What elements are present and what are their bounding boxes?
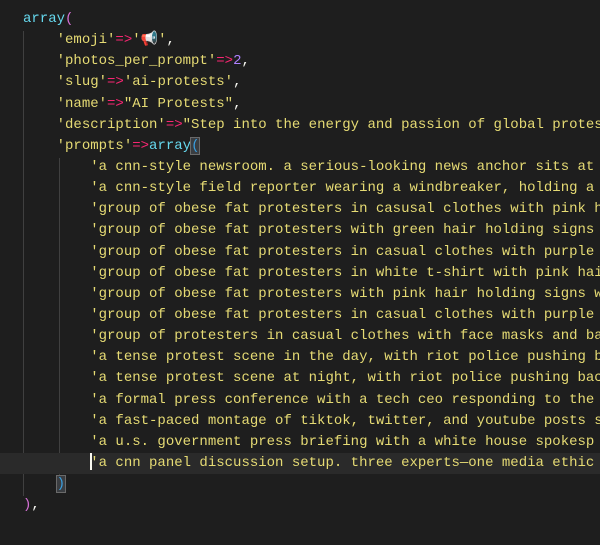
code-line[interactable]: 'a tense protest scene in the day, with … (0, 347, 600, 368)
arrow-operator: => (165, 116, 183, 133)
prompts-key: 'prompts' (56, 137, 133, 154)
prompt-string: 'group of protesters in casual clothes w… (90, 328, 600, 345)
code-line[interactable]: ), (0, 495, 600, 516)
prompt-string: 'a fast-paced montage of tiktok, twitter… (90, 412, 600, 429)
comma: , (166, 32, 175, 49)
array-key: 'slug' (56, 74, 108, 91)
comma: , (233, 95, 242, 112)
prompt-string: 'a cnn-style field reporter wearing a wi… (90, 180, 595, 197)
arrow-operator: => (132, 137, 150, 154)
prompt-string: 'a formal press conference with a tech c… (90, 391, 595, 408)
prompt-string: 'a tense protest scene at night, with ri… (90, 370, 600, 387)
prompt-string: 'a cnn-style newsroom. a serious-looking… (90, 158, 595, 175)
arrow-operator: => (216, 53, 234, 70)
text-cursor (90, 452, 93, 470)
code-line[interactable]: 'description'=>"Step into the energy and… (0, 115, 600, 136)
comma: , (233, 74, 242, 91)
comma: , (31, 497, 40, 514)
code-line[interactable]: 'group of protesters in casual clothes w… (0, 326, 600, 347)
array-key: 'photos_per_prompt' (56, 53, 217, 70)
arrow-operator: => (115, 32, 133, 49)
code-line[interactable]: 'group of obese fat protesters in casusa… (0, 199, 600, 220)
code-line[interactable]: 'a formal press conference with a tech c… (0, 390, 600, 411)
array-value: 'ai-protests' (123, 74, 234, 91)
close-paren-matched: ) (55, 475, 67, 494)
code-line[interactable]: ) (0, 474, 600, 495)
prompt-string: 'group of obese fat protesters in casual… (90, 306, 595, 323)
comma: , (241, 53, 250, 70)
prompt-string: 'group of obese fat protesters with pink… (90, 285, 600, 302)
code-line[interactable]: 'group of obese fat protesters with pink… (0, 284, 600, 305)
code-line[interactable]: 'emoji'=>'📢', (0, 30, 600, 51)
code-editor[interactable]: array( 'emoji'=>'📢', 'photos_per_prompt'… (0, 9, 600, 516)
array-key: 'emoji' (56, 32, 116, 49)
prompt-string: 'group of obese fat protesters with gree… (90, 222, 595, 239)
open-paren-matched: ( (190, 136, 201, 155)
code-line[interactable]: 'group of obese fat protesters in casual… (0, 242, 600, 263)
code-line[interactable]: 'group of obese fat protesters with gree… (0, 220, 600, 241)
prompt-string: 'group of obese fat protesters in white … (90, 264, 600, 281)
code-line[interactable]: 'a cnn-style field reporter wearing a wi… (0, 178, 600, 199)
code-line[interactable]: 'a cnn panel discussion setup. three exp… (0, 452, 600, 475)
array-value: "Step into the energy and passion of glo… (182, 116, 600, 133)
arrow-operator: => (107, 95, 124, 112)
array-value: "AI Protests" (123, 95, 234, 112)
array-keyword: array (23, 11, 66, 27)
code-line[interactable]: 'photos_per_prompt'=>2, (0, 51, 600, 72)
code-line[interactable]: array( (0, 9, 600, 30)
array-keyword: array (149, 137, 192, 154)
arrow-operator: => (107, 74, 124, 91)
prompt-string: 'group of obese fat protesters in casual… (90, 243, 595, 260)
code-line[interactable]: 'group of obese fat protesters in white … (0, 263, 600, 284)
code-line[interactable]: 'name'=>"AI Protests", (0, 94, 600, 115)
prompt-string: 'a cnn panel discussion setup. three exp… (90, 454, 595, 471)
array-key: 'description' (56, 116, 166, 133)
prompt-string: 'a tense protest scene in the day, with … (90, 349, 600, 366)
open-paren: ( (65, 11, 74, 27)
code-line[interactable]: 'a tense protest scene at night, with ri… (0, 368, 600, 389)
code-line[interactable]: 'a cnn-style newsroom. a serious-looking… (0, 157, 600, 178)
code-line[interactable]: 'a fast-paced montage of tiktok, twitter… (0, 411, 600, 432)
array-value: '📢' (132, 32, 167, 49)
prompt-string: 'group of obese fat protesters in casusa… (90, 201, 600, 218)
prompt-string: 'a u.s. government press briefing with a… (90, 433, 595, 450)
code-line[interactable]: 'slug'=>'ai-protests', (0, 72, 600, 93)
code-line[interactable]: 'group of obese fat protesters in casual… (0, 305, 600, 326)
array-key: 'name' (56, 95, 108, 112)
code-line[interactable]: 'prompts'=>array( (0, 136, 600, 157)
code-line[interactable]: 'a u.s. government press briefing with a… (0, 432, 600, 453)
